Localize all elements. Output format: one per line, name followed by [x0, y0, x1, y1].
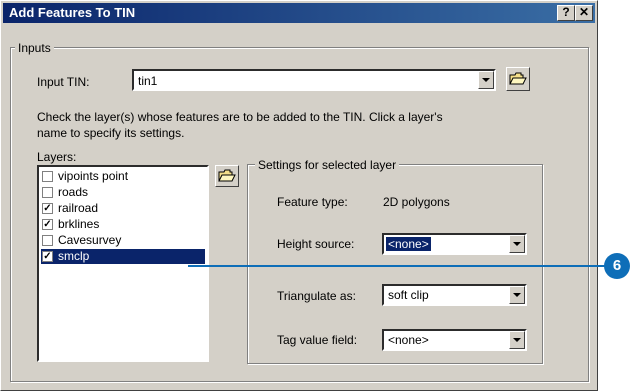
triangulate-as-label: Triangulate as: — [277, 289, 356, 303]
layer-item-label: vipoints point — [58, 169, 129, 183]
checkbox-icon[interactable] — [42, 171, 53, 182]
checkbox-icon[interactable] — [42, 235, 53, 246]
input-tin-combo[interactable]: tin1 — [132, 69, 496, 91]
feature-type-label: Feature type: — [277, 195, 348, 209]
layer-item-label: brklines — [58, 217, 100, 231]
checkbox-icon[interactable] — [42, 187, 53, 198]
triangulate-as-value: soft clip — [388, 288, 429, 302]
layer-item-brklines[interactable]: ✓ brklines — [41, 217, 205, 232]
layer-item-railroad[interactable]: ✓ railroad — [41, 201, 205, 216]
feature-type-value: 2D polygons — [383, 195, 450, 209]
callout-badge: 6 — [604, 253, 630, 279]
checkbox-icon[interactable]: ✓ — [42, 219, 53, 230]
input-tin-label: Input TIN: — [37, 75, 90, 89]
layer-item-vipoints-point[interactable]: vipoints point — [41, 169, 205, 184]
input-tin-value: tin1 — [138, 74, 158, 88]
input-tin-dropdown-button[interactable] — [478, 71, 494, 89]
layer-item-cavesurvey[interactable]: Cavesurvey — [41, 233, 205, 248]
inputs-group-label: Inputs — [15, 41, 54, 55]
layers-label: Layers: — [37, 150, 77, 164]
help-button[interactable]: ? — [557, 5, 575, 21]
layers-browse-button[interactable] — [215, 165, 239, 187]
height-source-select[interactable]: <none> — [382, 233, 527, 255]
height-source-label: Height source: — [277, 237, 355, 251]
window-title: Add Features To TIN — [9, 5, 136, 20]
layer-item-label: railroad — [58, 201, 99, 215]
triangulate-as-dropdown-button[interactable] — [509, 286, 525, 304]
checkbox-icon[interactable]: ✓ — [42, 203, 53, 214]
close-button[interactable]: ✕ — [575, 5, 593, 21]
callout-number: 6 — [612, 257, 622, 274]
layer-item-roads[interactable]: roads — [41, 185, 205, 200]
callout-line — [188, 265, 608, 267]
close-icon: ✕ — [578, 5, 590, 19]
instructions-line-1: Check the layer(s) whose features are to… — [37, 110, 443, 124]
settings-group-label: Settings for selected layer — [255, 158, 400, 172]
checkbox-icon[interactable]: ✓ — [42, 251, 53, 262]
instructions-line-2: name to specify its settings. — [37, 126, 185, 140]
layers-list[interactable]: vipoints point roads ✓ railroad ✓ brklin… — [37, 165, 209, 362]
triangulate-as-select[interactable]: soft clip — [382, 284, 527, 306]
title-bar[interactable]: Add Features To TIN ? ✕ — [3, 3, 595, 23]
tag-value-field-value: <none> — [388, 333, 429, 347]
height-source-dropdown-button[interactable] — [509, 235, 525, 253]
help-icon: ? — [562, 5, 570, 19]
tag-value-field-label: Tag value field: — [277, 333, 358, 347]
open-folder-icon — [218, 169, 236, 182]
layer-item-label: roads — [58, 185, 89, 199]
layer-item-label: smclp — [58, 249, 90, 263]
layer-item-smclp[interactable]: ✓ smclp — [41, 249, 205, 264]
open-folder-icon — [509, 72, 527, 85]
tag-value-field-select[interactable]: <none> — [382, 329, 527, 351]
input-tin-browse-button[interactable] — [506, 67, 530, 91]
tag-value-field-dropdown-button[interactable] — [509, 331, 525, 349]
add-features-dialog: Add Features To TIN ? ✕ Inputs Input TIN… — [0, 0, 598, 391]
height-source-value: <none> — [385, 236, 432, 252]
layer-item-label: Cavesurvey — [58, 233, 122, 247]
